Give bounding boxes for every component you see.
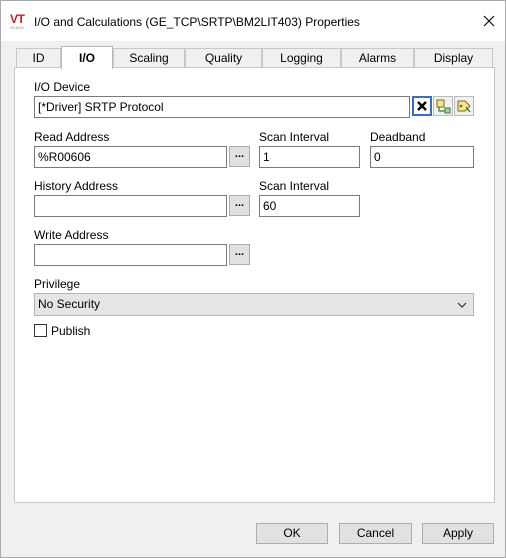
history-scan-interval-label: Scan Interval — [259, 179, 330, 193]
privilege-label: Privilege — [34, 277, 81, 291]
ok-button[interactable]: OK — [256, 523, 328, 544]
logo-subtext: SCADA — [10, 25, 24, 30]
scan-interval-input[interactable]: 1 — [259, 146, 360, 168]
publish-checkbox[interactable] — [34, 324, 47, 337]
cancel-button[interactable]: Cancel — [339, 523, 412, 544]
tab-io[interactable]: I/O — [61, 46, 113, 69]
write-address-label: Write Address — [34, 228, 109, 242]
history-address-input[interactable] — [34, 195, 227, 217]
select-device-button[interactable] — [433, 96, 453, 116]
tab-display[interactable]: Display — [414, 48, 493, 68]
app-logo: VT SCADA — [10, 13, 30, 31]
tab-logging[interactable]: Logging — [262, 48, 341, 68]
close-button[interactable] — [477, 9, 501, 33]
history-scan-interval-input[interactable]: 60 — [259, 195, 360, 217]
logo-text: VT — [10, 12, 25, 26]
tag-browse-button[interactable] — [454, 96, 474, 116]
tag-icon — [457, 100, 471, 113]
deadband-label: Deadband — [370, 130, 426, 144]
privilege-selected-value: No Security — [38, 297, 101, 311]
write-address-input[interactable] — [34, 244, 227, 266]
privilege-select[interactable]: No Security — [34, 293, 474, 316]
close-icon — [483, 15, 495, 27]
tab-quality[interactable]: Quality — [185, 48, 262, 68]
read-address-input[interactable]: %R00606 — [34, 146, 227, 168]
tab-id[interactable]: ID — [16, 48, 61, 68]
apply-button[interactable]: Apply — [422, 523, 494, 544]
tab-alarms[interactable]: Alarms — [341, 48, 414, 68]
io-device-field[interactable]: [*Driver] SRTP Protocol — [34, 96, 410, 118]
device-tree-icon — [436, 99, 451, 114]
scan-interval-label: Scan Interval — [259, 130, 330, 144]
history-address-browse-button[interactable]: ... — [229, 195, 250, 216]
title-bar: VT SCADA I/O and Calculations (GE_TCP\SR… — [1, 1, 505, 41]
tab-scaling[interactable]: Scaling — [113, 48, 185, 68]
clear-device-button[interactable] — [412, 96, 432, 116]
history-address-label: History Address — [34, 179, 119, 193]
io-device-label: I/O Device — [34, 80, 91, 94]
deadband-input[interactable]: 0 — [370, 146, 474, 168]
publish-label: Publish — [51, 324, 91, 338]
properties-dialog: VT SCADA I/O and Calculations (GE_TCP\SR… — [0, 0, 506, 558]
write-address-browse-button[interactable]: ... — [229, 244, 250, 265]
read-address-label: Read Address — [34, 130, 110, 144]
read-address-browse-button[interactable]: ... — [229, 146, 250, 167]
window-title: I/O and Calculations (GE_TCP\SRTP\BM2LIT… — [34, 15, 360, 29]
chevron-down-icon — [457, 302, 467, 308]
clear-icon — [417, 101, 427, 111]
